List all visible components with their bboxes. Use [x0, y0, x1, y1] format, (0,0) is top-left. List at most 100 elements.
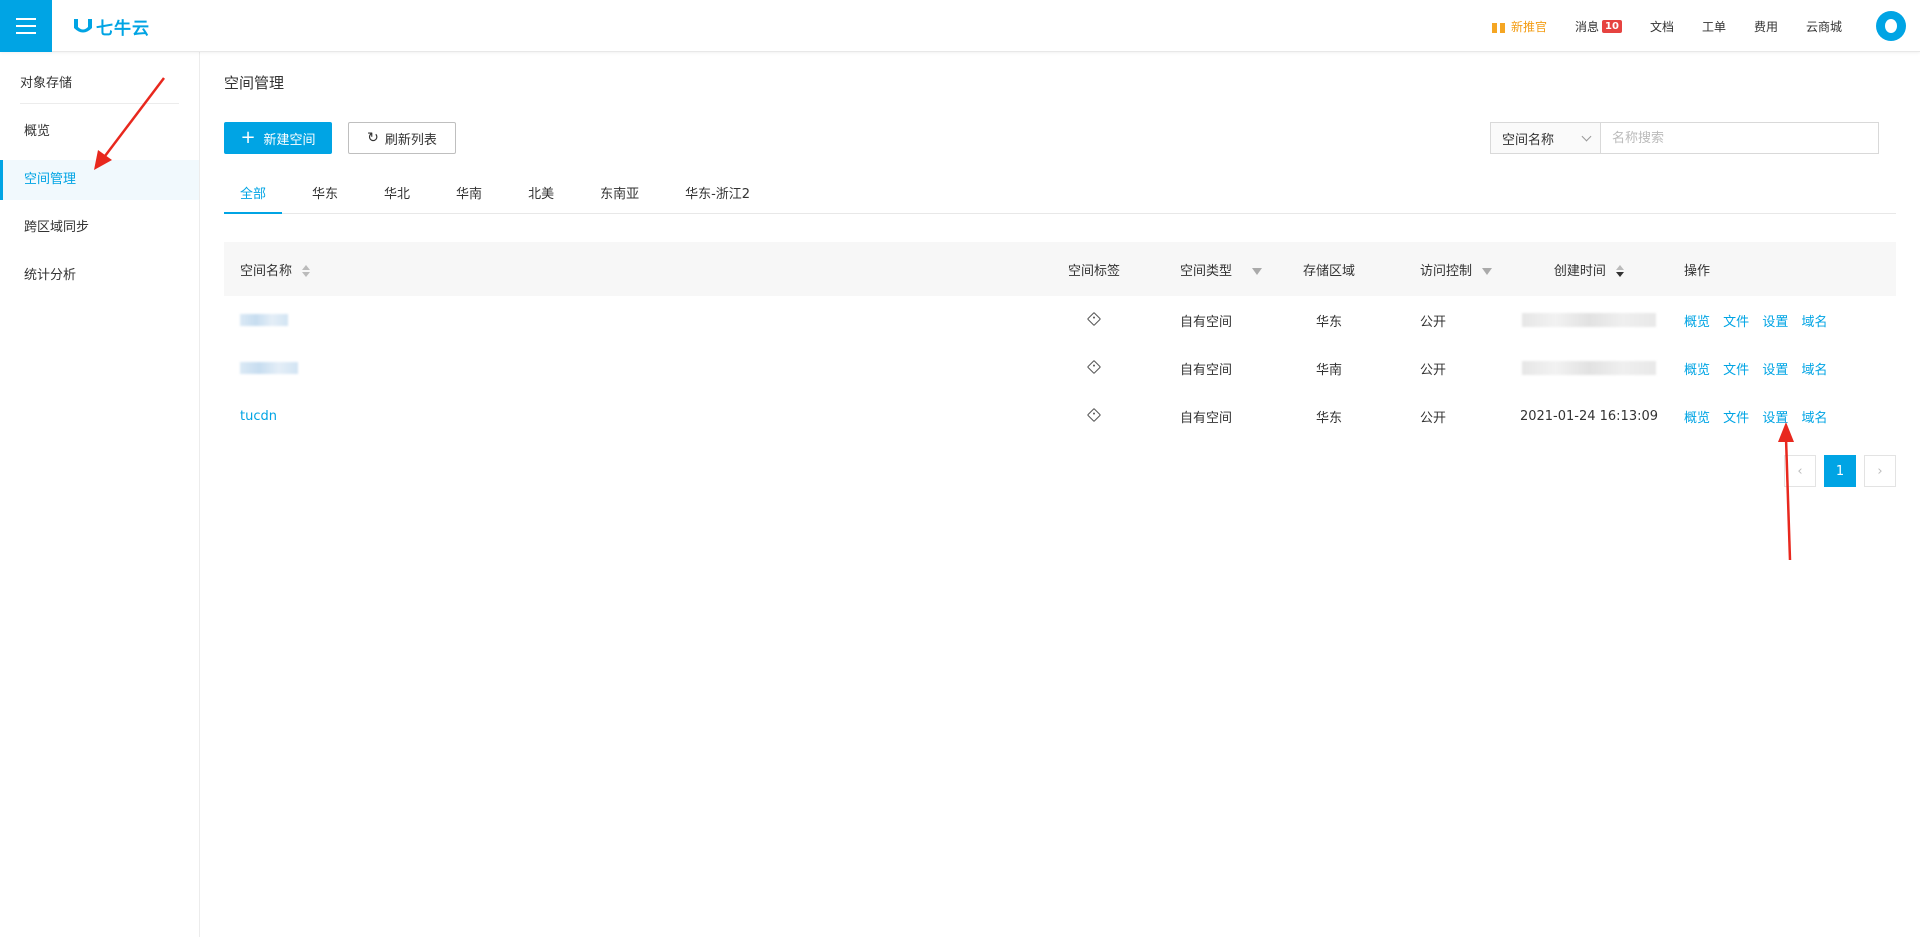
sidebar-item-bucket-management[interactable]: 空间管理 [0, 160, 199, 200]
time-cell [1504, 361, 1674, 376]
op-domains-link[interactable]: 域名 [1801, 363, 1827, 378]
region-tabs: 全部 华东 华北 华南 北美 东南亚 华东-浙江2 [224, 176, 1896, 214]
tab-north-china[interactable]: 华北 [368, 176, 426, 214]
time-cell [1504, 313, 1674, 328]
header-name[interactable]: 空间名称 [224, 260, 1044, 279]
bucket-name-cell[interactable] [224, 313, 1044, 328]
page-title: 空间管理 [224, 74, 285, 92]
bucket-table: 空间名称 空间标签 空间类型 存储区域 访问控制 创建时间 操作 自有空间 华东… [224, 242, 1896, 440]
filter-icon[interactable] [1482, 267, 1493, 275]
op-settings-link[interactable]: 设置 [1762, 315, 1788, 330]
tag-icon[interactable] [1086, 359, 1102, 374]
tab-south-china[interactable]: 华南 [440, 176, 498, 214]
nav-docs[interactable]: 文档 [1636, 18, 1688, 35]
bucket-name-cell[interactable] [224, 361, 1044, 376]
sidebar-item-statistics[interactable]: 统计分析 [0, 256, 199, 296]
redacted-time [1522, 361, 1656, 375]
access-cell: 公开 [1420, 362, 1447, 378]
pagination: ‹ 1 › [1784, 455, 1896, 487]
op-overview-link[interactable]: 概览 [1684, 411, 1710, 426]
region-cell: 华东 [1315, 410, 1342, 426]
avatar[interactable] [1876, 11, 1906, 41]
next-page-button[interactable]: › [1864, 455, 1896, 487]
table-row: 自有空间 华东 公开 概览 文件 设置 域名 [224, 296, 1896, 344]
refresh-list-button[interactable]: ↻ 刷新列表 [348, 122, 456, 154]
search-input[interactable] [1600, 122, 1879, 154]
refresh-icon: ↻ [367, 130, 379, 146]
tab-north-america[interactable]: 北美 [512, 176, 570, 214]
prev-page-button[interactable]: ‹ [1784, 455, 1816, 487]
type-cell: 自有空间 [1180, 362, 1233, 378]
hamburger-menu-icon[interactable] [0, 0, 52, 52]
op-overview-link[interactable]: 概览 [1684, 315, 1710, 330]
nav-gift-label: 新推官 [1510, 19, 1547, 34]
access-cell: 公开 [1420, 314, 1447, 330]
header-region: 存储区域 [1302, 263, 1355, 279]
tab-east-china[interactable]: 华东 [296, 176, 354, 214]
tag-icon[interactable] [1086, 311, 1102, 326]
new-bucket-label: 新建空间 [263, 132, 316, 148]
nav-messages[interactable]: 消息 10 [1561, 18, 1636, 35]
header-ops: 操作 [1684, 263, 1711, 279]
annotation-arrow-files [1778, 422, 1794, 561]
redacted-bucket-name[interactable] [240, 362, 298, 374]
region-cell: 华南 [1315, 362, 1342, 378]
op-domains-link[interactable]: 域名 [1801, 315, 1827, 330]
type-cell: 自有空间 [1180, 314, 1233, 330]
nav-market[interactable]: 云商城 [1792, 18, 1856, 35]
bucket-name-cell[interactable]: tucdn [224, 409, 1044, 424]
table-row: 自有空间 华南 公开 概览 文件 设置 域名 [224, 344, 1896, 392]
sidebar-title: 对象存储 [20, 72, 179, 104]
plus-icon: + [240, 127, 256, 148]
bucket-name-link[interactable]: tucdn [240, 409, 277, 424]
search-field-select[interactable]: 空间名称 [1490, 122, 1600, 154]
header-time[interactable]: 创建时间 [1504, 260, 1674, 279]
chevron-down-icon [1581, 131, 1592, 141]
logo-text: 七牛云 [96, 18, 150, 39]
tab-east-china-zhejiang2[interactable]: 华东-浙江2 [669, 176, 766, 214]
redacted-bucket-name[interactable] [240, 314, 288, 326]
table-row: tucdn 自有空间 华东 公开 2021-01-24 16:13:09 概览 … [224, 392, 1896, 440]
op-overview-link[interactable]: 概览 [1684, 363, 1710, 378]
nav-gift[interactable]: 新推官 [1478, 18, 1561, 35]
header-type: 空间类型 [1144, 260, 1274, 279]
ops-cell: 概览 文件 设置 域名 [1674, 311, 1896, 330]
op-domains-link[interactable]: 域名 [1801, 411, 1827, 426]
gift-icon [1491, 19, 1505, 33]
sidebar-item-cross-region-sync[interactable]: 跨区域同步 [0, 208, 199, 248]
sidebar: 对象存储 概览 空间管理 跨区域同步 统计分析 [0, 52, 200, 937]
op-files-link[interactable]: 文件 [1723, 411, 1749, 426]
op-settings-link[interactable]: 设置 [1762, 363, 1788, 378]
tag-icon[interactable] [1086, 407, 1102, 422]
type-cell: 自有空间 [1180, 410, 1233, 426]
tab-southeast-asia[interactable]: 东南亚 [584, 176, 655, 214]
nav-ticket[interactable]: 工单 [1688, 18, 1740, 35]
time-cell: 2021-01-24 16:13:09 [1519, 408, 1659, 424]
access-cell: 公开 [1420, 410, 1447, 426]
nav-billing[interactable]: 费用 [1740, 18, 1792, 35]
tag-cell[interactable] [1044, 407, 1144, 424]
page-number[interactable]: 1 [1824, 455, 1856, 487]
header-name-label: 空间名称 [240, 263, 293, 279]
nav-messages-label: 消息 [1575, 19, 1600, 34]
op-settings-link[interactable]: 设置 [1762, 411, 1788, 426]
op-files-link[interactable]: 文件 [1723, 315, 1749, 330]
sort-desc-icon[interactable] [1616, 265, 1625, 277]
top-nav: 新推官 消息 10 文档 工单 费用 云商城 [1478, 0, 1920, 52]
region-cell: 华东 [1315, 314, 1342, 330]
tab-all[interactable]: 全部 [224, 176, 283, 214]
header-tag: 空间标签 [1067, 263, 1120, 279]
logo[interactable]: 七牛云 [72, 14, 150, 39]
redacted-time [1522, 313, 1656, 327]
tag-cell[interactable] [1044, 311, 1144, 328]
header-type-label: 空间类型 [1180, 263, 1233, 279]
sort-icon[interactable] [302, 265, 311, 277]
tag-cell[interactable] [1044, 359, 1144, 376]
qiniu-logo-icon [74, 19, 92, 33]
ops-cell: 概览 文件 设置 域名 [1674, 359, 1896, 378]
header-access-label: 访问控制 [1420, 263, 1473, 279]
sidebar-item-overview[interactable]: 概览 [0, 112, 199, 152]
new-bucket-button[interactable]: + 新建空间 [224, 122, 332, 154]
op-files-link[interactable]: 文件 [1723, 363, 1749, 378]
filter-icon[interactable] [1252, 267, 1263, 275]
